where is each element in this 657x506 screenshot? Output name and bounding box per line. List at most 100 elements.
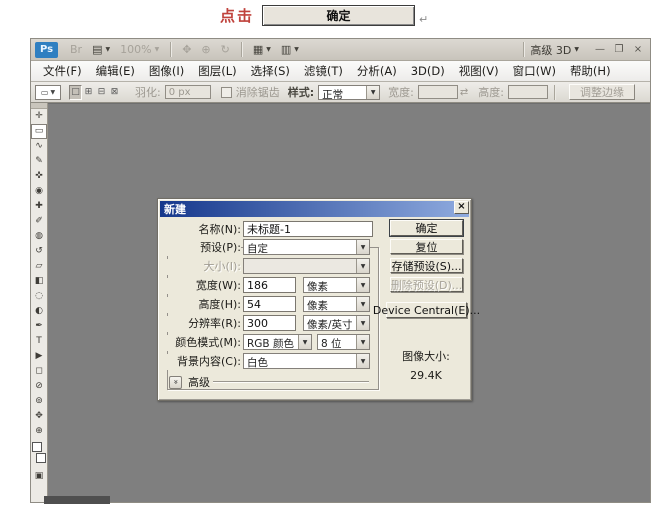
background-contents-value: 白色: [244, 354, 356, 368]
path-selection-tool[interactable]: ▶: [31, 349, 47, 364]
menu-item[interactable]: 图像(I): [142, 61, 191, 81]
type-tool[interactable]: T: [31, 334, 47, 349]
feather-input[interactable]: [165, 85, 211, 99]
healing-brush-tool[interactable]: ✚: [31, 199, 47, 214]
size-label: 大小(I):: [166, 259, 241, 275]
chevron-down-icon: ▼: [366, 86, 379, 99]
view-extras-button[interactable]: ▤ ▼: [92, 43, 110, 56]
rectangular-marquee-tool[interactable]: ▭: [31, 124, 47, 139]
menu-item[interactable]: 滤镜(T): [297, 61, 350, 81]
pen-tool[interactable]: ✒: [31, 319, 47, 334]
selection-mode-group: □⊞⊟⊠: [69, 85, 121, 100]
ok-button[interactable]: 确定: [390, 220, 463, 236]
swap-dimensions-icon[interactable]: ⇄: [460, 87, 468, 98]
resolution-unit-dropdown[interactable]: 像素/英寸 ▼: [303, 315, 370, 331]
quick-mask-icon: ▣: [35, 471, 44, 481]
width-input[interactable]: [418, 85, 458, 99]
foreground-color-swatch[interactable]: [32, 442, 42, 452]
background-color-swatch[interactable]: [36, 453, 46, 463]
hand-tool-button[interactable]: ✥: [182, 43, 191, 56]
color-mode-dropdown[interactable]: RGB 颜色 ▼: [243, 334, 312, 350]
height-input[interactable]: [508, 85, 548, 99]
height-input[interactable]: [243, 296, 296, 312]
dodge-tool[interactable]: ◐: [31, 304, 47, 319]
menu-item[interactable]: 图层(L): [191, 61, 243, 81]
zoom-level-dropdown[interactable]: 100% ▼: [120, 43, 159, 56]
width-input[interactable]: [243, 277, 296, 293]
height-unit-dropdown[interactable]: 像素 ▼: [303, 296, 370, 312]
menu-item[interactable]: 文件(F): [36, 61, 89, 81]
3d-orbit-tool[interactable]: ⊚: [31, 394, 47, 409]
lasso-tool[interactable]: ∿: [31, 139, 47, 154]
zoom-tool[interactable]: ⊕: [31, 424, 47, 439]
intersect-selection-icon[interactable]: ⊠: [108, 85, 121, 100]
zoom-tool-button[interactable]: ⊕: [201, 43, 210, 56]
status-strip: [44, 496, 110, 504]
feather-label: 羽化:: [135, 84, 161, 100]
clone-stamp-tool[interactable]: ◍: [31, 229, 47, 244]
menu-item[interactable]: 选择(S): [244, 61, 297, 81]
resolution-input[interactable]: [243, 315, 296, 331]
brush-tool[interactable]: ✐: [31, 214, 47, 229]
move-tool[interactable]: ✛: [31, 109, 47, 124]
menu-item[interactable]: 3D(D): [404, 62, 452, 80]
workspace-switcher[interactable]: 高级 3D ▼: [530, 42, 579, 58]
color-mode-label: 颜色模式(M):: [166, 335, 241, 351]
screen-mode-button[interactable]: ▥ ▼: [281, 43, 299, 56]
save-preset-button[interactable]: 存储预设(S)...: [390, 258, 463, 273]
color-swatches[interactable]: [31, 441, 47, 465]
preset-dropdown[interactable]: 自定 ▼: [243, 239, 370, 255]
crop-tool[interactable]: ✜: [31, 169, 47, 184]
add-to-selection-icon[interactable]: ⊞: [82, 85, 95, 100]
hand-tool[interactable]: ✥: [31, 409, 47, 424]
antialias-checkbox[interactable]: [221, 87, 232, 98]
3d-rotate-tool[interactable]: ⊘: [31, 379, 47, 394]
name-input[interactable]: [243, 221, 373, 237]
chevron-down-icon: ▼: [294, 46, 299, 53]
menu-item[interactable]: 分析(A): [350, 61, 404, 81]
close-button[interactable]: ×: [630, 43, 646, 57]
advanced-expander[interactable]: » 高级: [169, 374, 210, 390]
eyedropper-tool[interactable]: ◉: [31, 184, 47, 199]
minimize-button[interactable]: —: [592, 43, 608, 57]
chevron-down-icon: ▼: [298, 335, 311, 349]
shape-tool[interactable]: ◻: [31, 364, 47, 379]
quick-selection-tool[interactable]: ✎: [31, 154, 47, 169]
bridge-icon: Br: [70, 43, 82, 56]
chevron-down-icon: ▼: [266, 46, 271, 53]
blur-tool[interactable]: ◌: [31, 289, 47, 304]
eraser-tool[interactable]: ▱: [31, 259, 47, 274]
arrange-documents-button[interactable]: ▦ ▼: [253, 43, 271, 56]
restore-button[interactable]: ❐: [611, 43, 627, 57]
device-central-button[interactable]: Device Central(E)...: [386, 302, 467, 318]
menu-item[interactable]: 窗口(W): [506, 61, 563, 81]
bit-depth-dropdown[interactable]: 8 位 ▼: [317, 334, 370, 350]
chevron-down-icon: ▼: [356, 354, 369, 368]
height-unit-value: 像素: [304, 297, 356, 311]
menu-item[interactable]: 帮助(H): [563, 61, 618, 81]
bridge-button[interactable]: Br: [70, 43, 82, 56]
history-brush-tool[interactable]: ↺: [31, 244, 47, 259]
chevron-down-icon: ▼: [50, 89, 55, 96]
width-unit-dropdown[interactable]: 像素 ▼: [303, 277, 370, 293]
chevron-down-icon: ▼: [574, 46, 579, 53]
subtract-from-selection-icon[interactable]: ⊟: [95, 85, 108, 100]
app-bar-right: 高级 3D ▼ — ❐ ×: [517, 42, 646, 58]
background-contents-dropdown[interactable]: 白色 ▼: [243, 353, 370, 369]
quick-mask-button[interactable]: ▣: [31, 469, 47, 483]
menu-item[interactable]: 编辑(E): [89, 61, 142, 81]
style-dropdown[interactable]: 正常 ▼: [318, 85, 380, 100]
gradient-tool[interactable]: ◧: [31, 274, 47, 289]
dialog-titlebar[interactable]: 新建: [160, 201, 469, 217]
arrange-documents-icon: ▦: [253, 43, 263, 56]
workspace-label: 高级 3D: [530, 42, 571, 58]
antialias-label: 消除锯齿: [236, 84, 280, 100]
width-label: 宽度(W):: [166, 278, 241, 294]
new-selection-icon[interactable]: □: [69, 85, 82, 100]
refine-edge-button[interactable]: 调整边缘: [569, 84, 635, 100]
tool-preset-picker[interactable]: ▭ ▼: [35, 85, 61, 100]
dialog-close-button[interactable]: ×: [454, 201, 469, 214]
reset-button[interactable]: 复位: [390, 239, 463, 254]
rotate-view-button[interactable]: ↻: [221, 43, 230, 56]
menu-item[interactable]: 视图(V): [452, 61, 506, 81]
